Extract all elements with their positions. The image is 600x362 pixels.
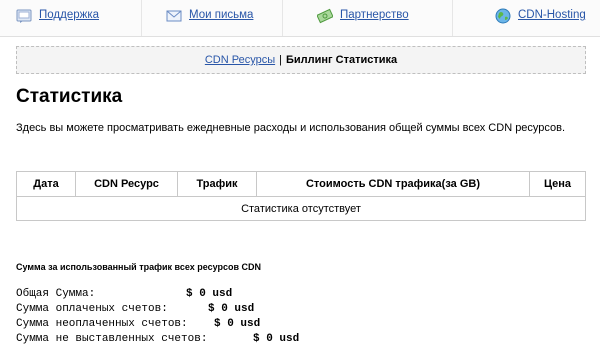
summary-value: $ 0 usd (186, 288, 233, 300)
nav-link-partnership[interactable]: Партнерство (340, 9, 409, 21)
table-empty-message: Статистика отсутствует (16, 196, 586, 221)
nav-item-support[interactable]: Поддержка (0, 0, 142, 36)
nav-item-partnership[interactable]: Партнерство (283, 0, 453, 36)
top-navigation: Поддержка Мои письма Партнерство CDN-Hos… (0, 0, 600, 37)
summary-label: Общая Сумма: (16, 288, 96, 300)
summary-block: Общая Сумма: $ 0 usd Сумма оплаченых сче… (16, 287, 336, 347)
column-header-date: Дата (16, 171, 76, 197)
column-header-traffic: Трафик (177, 171, 257, 197)
nav-link-mail[interactable]: Мои письма (189, 9, 253, 21)
globe-icon (495, 8, 511, 24)
summary-value: $ 0 usd (253, 333, 300, 345)
nav-item-mail[interactable]: Мои письма (142, 0, 283, 36)
statistics-table: Дата CDN Ресурс Трафик Стоимость CDN тра… (16, 171, 586, 221)
summary-label: Сумма оплаченых счетов: (16, 303, 168, 315)
breadcrumb-separator: | (279, 54, 282, 66)
summary-row-not-issued: Сумма не выставленных счетов: $ 0 usd (16, 332, 336, 347)
nav-item-cdn-hosting[interactable]: CDN-Hosting (453, 0, 600, 36)
money-icon (317, 8, 333, 24)
nav-link-support[interactable]: Поддержка (39, 9, 99, 21)
column-header-cdn-traffic-cost: Стоимость CDN трафика(за GB) (256, 171, 530, 197)
page-title: Статистика (16, 86, 123, 107)
column-header-cdn-resource: CDN Ресурс (75, 171, 178, 197)
breadcrumb-current: Биллинг Статистика (285, 54, 398, 66)
table-empty-row: Статистика отсутствует (16, 196, 586, 221)
summary-value: $ 0 usd (214, 318, 261, 330)
summary-row-unpaid: Сумма неоплаченных счетов: $ 0 usd (16, 317, 336, 332)
breadcrumb: CDN Ресурсы | Биллинг Статистика (16, 46, 586, 74)
nav-link-cdn-hosting[interactable]: CDN-Hosting (518, 9, 586, 21)
column-header-price: Цена (529, 171, 586, 197)
summary-row-total: Общая Сумма: $ 0 usd (16, 287, 336, 302)
summary-value: $ 0 usd (208, 303, 255, 315)
summary-label: Сумма неоплаченных счетов: (16, 318, 188, 330)
summary-label: Сумма не выставленных счетов: (16, 333, 208, 345)
mail-icon (166, 10, 182, 22)
page-description: Здесь вы можете просматривать ежедневные… (16, 122, 566, 134)
summary-title: Сумма за использованный трафик всех ресу… (16, 262, 262, 272)
table-header-row: Дата CDN Ресурс Трафик Стоимость CDN тра… (16, 171, 586, 197)
support-icon (16, 9, 32, 23)
breadcrumb-link-cdn-resources[interactable]: CDN Ресурсы (205, 54, 275, 66)
summary-row-paid: Сумма оплаченых счетов: $ 0 usd (16, 302, 336, 317)
